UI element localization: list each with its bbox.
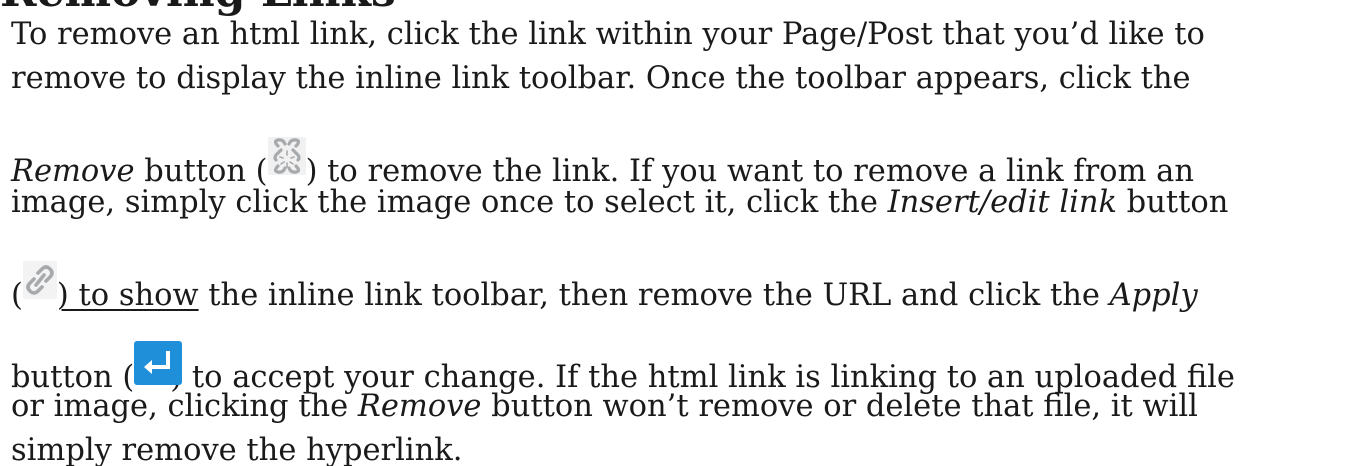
paragraph-line: ( ) to show the inline link toolbar, the… (11, 225, 1331, 313)
text-span: image, simply click the image once to se… (11, 185, 888, 220)
enter-return-icon (134, 341, 183, 385)
paragraph-line: or image, clicking the Remove button won… (11, 385, 1331, 429)
text-span: ( (11, 278, 23, 313)
paragraph-line: To remove an html link, click the link w… (11, 13, 1331, 57)
text-span: simply remove the hyperlink. (11, 433, 463, 466)
chain-link-icon (22, 261, 57, 299)
apply-term: Apply (1109, 278, 1198, 313)
remove-term: Remove (357, 389, 482, 424)
text-span: or image, clicking the (11, 389, 358, 424)
text-span: ) to show (56, 278, 199, 313)
text-span: remove to display the inline link toolba… (11, 61, 1191, 96)
paragraph-line: simply remove the hyperlink. (11, 429, 1331, 466)
text-span: the inline link toolbar, then remove the… (198, 278, 1110, 313)
text-span: To remove an html link, click the link w… (11, 17, 1205, 52)
text-span: button won’t remove or delete that file,… (481, 389, 1198, 424)
paragraph-line: button ( ) to accept your change. If the… (11, 305, 1331, 395)
paragraph-line: image, simply click the image once to se… (11, 181, 1331, 225)
article-paragraph: To remove an html link, click the link w… (11, 13, 1331, 466)
paragraph-line: Remove button () to remove the link. If… (11, 101, 1331, 189)
text-span: button (1116, 185, 1229, 220)
document-page: Removing Links To remove an html link, c… (0, 0, 1345, 466)
insert-edit-link-term: Insert/edit link (887, 185, 1117, 220)
paragraph-line: remove to display the inline link toolba… (11, 57, 1331, 101)
unlink-icon (267, 137, 306, 175)
